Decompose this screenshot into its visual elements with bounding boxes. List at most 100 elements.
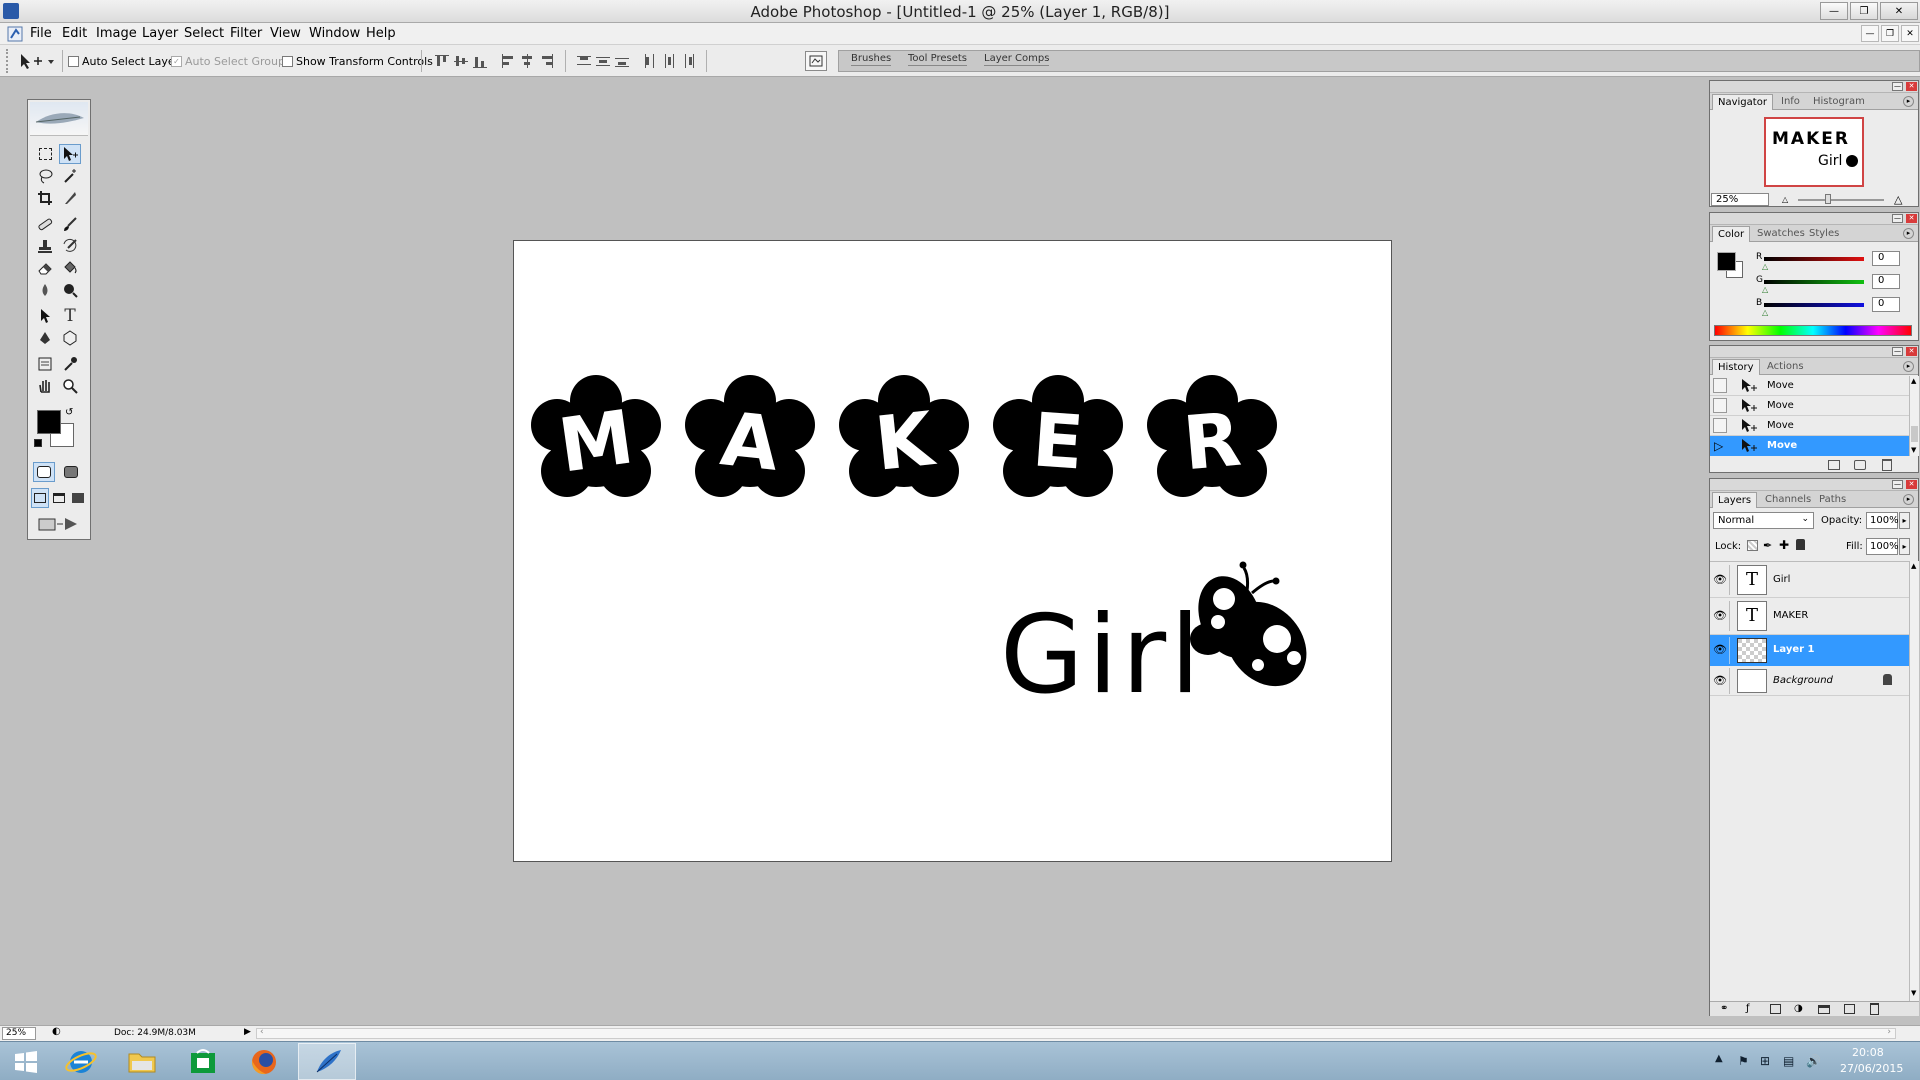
new-group-icon[interactable] (1818, 1005, 1830, 1014)
document-icon[interactable] (7, 26, 23, 42)
menu-file[interactable]: File (30, 26, 52, 41)
taskbar-file-explorer[interactable] (113, 1043, 171, 1080)
action-center-flag-icon[interactable]: ⚑ (1738, 1054, 1749, 1068)
layer-row-selected[interactable]: 👁 Layer 1 (1710, 635, 1909, 666)
doc-restore-button[interactable]: ❐ (1881, 25, 1899, 42)
document-canvas[interactable]: M A K E R Girl (513, 240, 1392, 862)
standard-mode-button[interactable] (33, 462, 55, 482)
status-menu-arrow-icon[interactable]: ▶ (244, 1027, 251, 1037)
distribute-top-edges-icon[interactable] (576, 53, 592, 69)
tab-swatches[interactable]: Swatches (1752, 226, 1810, 242)
foreground-color-swatch[interactable] (37, 410, 61, 434)
opacity-slider-button[interactable]: ▸ (1899, 512, 1910, 529)
channel-g-input[interactable]: 0 (1872, 274, 1900, 289)
new-document-from-state-icon[interactable] (1828, 460, 1840, 470)
palette-menu-icon[interactable]: ▸ (1903, 228, 1914, 239)
options-grip[interactable] (6, 49, 10, 73)
add-mask-icon[interactable] (1770, 1004, 1781, 1014)
dodge-tool[interactable] (59, 280, 81, 300)
healing-brush-tool[interactable] (34, 214, 56, 234)
clock-date[interactable]: 27/06/2015 (1840, 1062, 1903, 1075)
opacity-input[interactable]: 100% (1866, 512, 1899, 529)
channel-g-thumb[interactable]: △ (1762, 285, 1768, 294)
doc-close-button[interactable]: ✕ (1901, 25, 1919, 42)
color-foreground-swatch[interactable] (1717, 252, 1736, 271)
lock-image-brush-icon[interactable]: ✒ (1763, 539, 1772, 552)
navigator-thumbnail[interactable]: MAKER Girl (1764, 117, 1864, 187)
palette-header[interactable]: — ✕ (1710, 346, 1918, 358)
default-colors-icon[interactable] (34, 439, 42, 447)
history-source-box[interactable] (1713, 378, 1727, 393)
palette-minimize-button[interactable]: — (1892, 347, 1903, 356)
brush-tool[interactable] (59, 214, 81, 234)
distribute-left-edges-icon[interactable] (642, 53, 658, 69)
layer-row[interactable]: 👁 T Girl (1710, 561, 1909, 598)
zoom-in-icon[interactable]: △ (1894, 193, 1902, 206)
channel-r-slider[interactable] (1764, 257, 1864, 261)
history-item[interactable]: Move (1710, 376, 1909, 396)
status-zoom-input[interactable]: 25% (2, 1027, 36, 1040)
windows-tray-icon[interactable]: ⊞ (1760, 1054, 1770, 1068)
history-brush-tool[interactable] (59, 236, 81, 256)
blur-tool[interactable] (34, 280, 56, 300)
magic-wand-tool[interactable] (59, 166, 81, 186)
tab-navigator[interactable]: Navigator (1712, 94, 1773, 110)
scroll-thumb[interactable] (1911, 426, 1918, 442)
tool-preset-picker[interactable] (18, 52, 56, 70)
visibility-eye-icon[interactable]: 👁 (1713, 573, 1727, 586)
history-item[interactable]: Move (1710, 396, 1909, 416)
delete-state-icon[interactable] (1882, 459, 1892, 471)
zoom-out-icon[interactable]: △ (1782, 195, 1788, 204)
color-ramp[interactable] (1714, 325, 1912, 336)
volume-icon[interactable]: 🔊 (1806, 1054, 1821, 1068)
scroll-left-icon[interactable]: ‹ (260, 1027, 264, 1037)
layer-row[interactable]: 👁 T MAKER (1710, 598, 1909, 635)
move-tool[interactable] (59, 144, 81, 164)
full-screen-menu-mode-button[interactable] (50, 488, 68, 508)
doc-minimize-button[interactable]: — (1861, 25, 1879, 42)
new-layer-icon[interactable] (1844, 1004, 1855, 1014)
pen-tool[interactable] (34, 328, 56, 348)
status-info-icon[interactable]: ◐ (52, 1026, 61, 1037)
distribute-vertical-centers-icon[interactable] (595, 53, 611, 69)
hand-tool[interactable] (34, 376, 56, 396)
palette-close-button[interactable]: ✕ (1906, 82, 1917, 91)
tab-layers[interactable]: Layers (1712, 492, 1758, 508)
scroll-down-icon[interactable]: ▼ (1911, 989, 1916, 997)
channel-r-thumb[interactable]: △ (1762, 262, 1768, 271)
menu-help[interactable]: Help (366, 26, 396, 41)
palette-close-button[interactable]: ✕ (1906, 480, 1917, 489)
menu-view[interactable]: View (270, 26, 301, 41)
restore-button[interactable]: ❐ (1850, 2, 1878, 20)
fill-slider-button[interactable]: ▸ (1899, 538, 1910, 555)
palette-minimize-button[interactable]: — (1892, 82, 1903, 91)
align-right-edges-icon[interactable] (538, 53, 554, 69)
channel-b-thumb[interactable]: △ (1762, 308, 1768, 317)
palette-menu-icon[interactable]: ▸ (1903, 361, 1914, 372)
distribute-bottom-edges-icon[interactable] (614, 53, 630, 69)
path-selection-tool[interactable] (34, 306, 56, 326)
lock-all-icon[interactable] (1796, 539, 1805, 550)
channel-b-slider[interactable] (1764, 303, 1864, 307)
visibility-eye-icon[interactable]: 👁 (1713, 674, 1727, 687)
layer-comps-tab[interactable]: Layer Comps (984, 53, 1050, 66)
lock-transparency-icon[interactable] (1747, 540, 1758, 551)
menu-select[interactable]: Select (184, 26, 224, 41)
full-screen-mode-button[interactable] (69, 488, 87, 508)
channel-r-input[interactable]: 0 (1872, 251, 1900, 266)
palette-menu-icon[interactable]: ▸ (1903, 96, 1914, 107)
palette-close-button[interactable]: ✕ (1906, 347, 1917, 356)
menu-window[interactable]: Window (309, 26, 360, 41)
start-button[interactable] (0, 1043, 58, 1080)
distribute-horizontal-centers-icon[interactable] (661, 53, 677, 69)
auto-select-layer-checkbox[interactable]: Auto Select Layer (68, 54, 179, 68)
tab-paths[interactable]: Paths (1814, 492, 1851, 508)
distribute-right-edges-icon[interactable] (680, 53, 696, 69)
palette-minimize-button[interactable]: — (1892, 214, 1903, 223)
align-bottom-edges-icon[interactable] (472, 53, 488, 69)
visibility-eye-icon[interactable]: 👁 (1713, 609, 1727, 622)
palette-header[interactable]: — ✕ (1710, 213, 1918, 225)
zoom-slider-thumb[interactable] (1825, 194, 1831, 204)
tab-styles[interactable]: Styles (1804, 226, 1844, 242)
eyedropper-tool[interactable] (59, 354, 81, 374)
